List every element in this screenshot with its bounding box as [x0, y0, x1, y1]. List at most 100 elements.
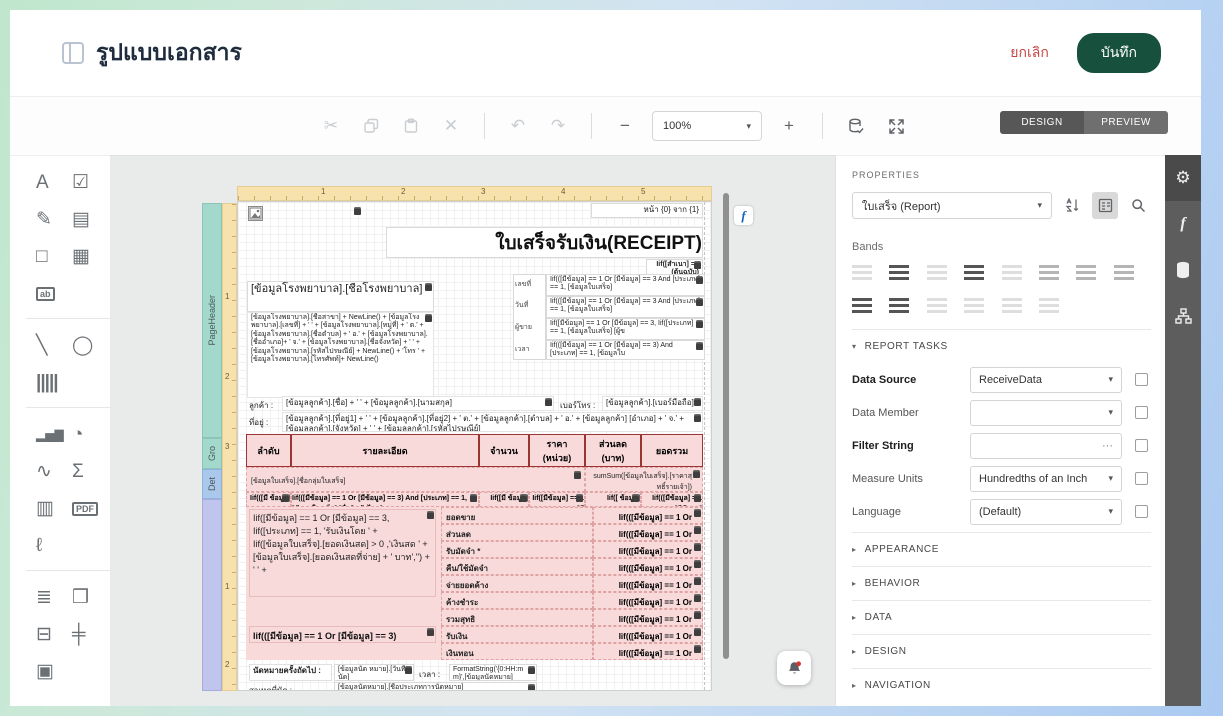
- fullscreen-icon[interactable]: [883, 113, 909, 139]
- summary-label[interactable]: รวมสุทธิ: [441, 609, 593, 626]
- save-button[interactable]: บันทึก: [1076, 33, 1161, 73]
- hospital-address-field[interactable]: [ข้อมูลโรงพยาบาล].[ชื่อสาขา] + NewLine()…: [247, 312, 434, 398]
- summary-label[interactable]: ค้างชำระ: [441, 592, 593, 609]
- page-footer-band-icon[interactable]: [926, 298, 947, 313]
- line-tool[interactable]: ╲: [36, 327, 70, 364]
- copy-icon[interactable]: [358, 113, 384, 139]
- zoom-level-select[interactable]: 100% ▾: [652, 111, 762, 141]
- summary-value-field[interactable]: Iif(([มีข้อมูล] == 1 Or: [593, 643, 703, 660]
- summary-value-field[interactable]: Iif(([มีข้อมูล] == 1 Or: [593, 626, 703, 643]
- picture-placeholder[interactable]: [248, 206, 263, 221]
- table-tool[interactable]: ▦: [72, 238, 106, 275]
- data-source-select[interactable]: ReceiveData ▾: [970, 366, 1122, 393]
- panel-tool[interactable]: □: [36, 238, 70, 275]
- bottom-margin-band-icon[interactable]: [964, 298, 985, 313]
- summary-value-field[interactable]: Iif(([มีข้อมูล] == 1 Or: [593, 541, 703, 558]
- summary-label[interactable]: คืน/ใช้มัดจำ: [441, 558, 593, 575]
- summary-label[interactable]: รับมัดจำ *: [441, 541, 593, 558]
- category-view-button[interactable]: [1092, 192, 1118, 219]
- receive-expression-field[interactable]: Iif(([มีข้อมูล] == 1 Or [มีข้อมูล] == 3): [249, 626, 436, 643]
- section-data[interactable]: ▸ DATA: [852, 600, 1151, 634]
- group-footer-band-icon[interactable]: [889, 298, 910, 313]
- language-select[interactable]: (Default) ▾: [970, 498, 1122, 525]
- table-header-cell[interactable]: ยอดรวม: [641, 434, 703, 467]
- payment-expression-field[interactable]: Iif([มีข้อมูล] == 1 Or [มีข้อมูล] == 3, …: [249, 509, 436, 597]
- shape-tool[interactable]: ◯: [72, 327, 106, 364]
- data-member-checkbox[interactable]: [1135, 406, 1148, 419]
- label-tool[interactable]: A: [36, 164, 70, 201]
- canvas-scrollbar[interactable]: [723, 193, 729, 659]
- signature-tool[interactable]: ℓ: [36, 527, 70, 564]
- info-value-field[interactable]: Iif([มีข้อมูล] == 1 Or [มีข้อมูล] == 3, …: [546, 318, 705, 340]
- checkbox-tool[interactable]: ☑: [72, 164, 106, 201]
- vertical-header-band-icon[interactable]: [1076, 265, 1097, 280]
- zoom-in-icon[interactable]: +: [776, 113, 802, 139]
- band-report-footer[interactable]: [202, 499, 222, 691]
- richtext-tool[interactable]: ✎: [36, 201, 70, 238]
- summary-label[interactable]: ส่วนลด: [441, 524, 593, 541]
- band-group-header[interactable]: Gro: [202, 438, 222, 469]
- data-source-checkbox[interactable]: [1135, 373, 1148, 386]
- appointment-reason-field[interactable]: [ข้อมูลนัดหมาย].[ชื่อประเภทการนัดหมาย]: [334, 682, 537, 690]
- table-header-cell[interactable]: ราคา (หน่วย): [529, 434, 585, 467]
- section-design[interactable]: ▸ DESIGN: [852, 634, 1151, 668]
- top-margin-band-icon[interactable]: [852, 265, 872, 280]
- summary-label[interactable]: เงินทอน: [441, 643, 593, 660]
- redo-icon[interactable]: ↷: [545, 113, 571, 139]
- language-checkbox[interactable]: [1135, 505, 1148, 518]
- subreport-tool[interactable]: ≣: [36, 579, 70, 616]
- section-behavior[interactable]: ▸ BEHAVIOR: [852, 566, 1151, 600]
- info-value-field[interactable]: Iif(([มีข้อมูล] == 1 Or [มีข้อมูล] == 3 …: [546, 274, 705, 296]
- search-button[interactable]: [1125, 192, 1151, 219]
- summary-label[interactable]: ยอดขาย: [441, 507, 593, 524]
- sparkline-tool[interactable]: ∿: [36, 453, 70, 490]
- delete-icon[interactable]: ✕: [438, 113, 464, 139]
- group-sum-field[interactable]: sumSum([ข้อมูลใบเสร็จ].[ราคาสุทธิ์รายเจ้…: [585, 467, 703, 492]
- section-navigation[interactable]: ▸ NAVIGATION: [852, 668, 1151, 702]
- pivot-grid-tool[interactable]: Σ: [72, 453, 106, 490]
- info-value-field[interactable]: Iif(([มีข้อมูล] == 1 Or [มีข้อมูล] == 3 …: [546, 296, 705, 318]
- appointment-time-field[interactable]: FormatString('{0:HH:m m}',[ข้อมูลนัดหมาย…: [449, 664, 537, 681]
- report-explorer-rail-button[interactable]: [1165, 293, 1201, 339]
- report-title-field[interactable]: ใบเสร็จรับเงิน(RECEIPT): [386, 227, 703, 258]
- appointment-date-field[interactable]: [ข้อมูลนัด หมาย].[วันที่นัด]: [334, 664, 414, 681]
- barcode-tool[interactable]: |||||: [36, 364, 70, 401]
- character-comb-tool[interactable]: ab: [36, 275, 70, 312]
- summary-value-field[interactable]: Iif(([มีข้อมูล] == 1 Or: [593, 592, 703, 609]
- notifications-button[interactable]: [777, 651, 811, 685]
- filter-string-checkbox[interactable]: [1135, 439, 1148, 452]
- zoom-out-icon[interactable]: −: [612, 113, 638, 139]
- page-header-band-icon[interactable]: [926, 265, 947, 280]
- table-header-cell[interactable]: จำนวน: [479, 434, 529, 467]
- info-value-field[interactable]: Iif(([มีข้อมูล] == 1 Or [มีข้อมูล] == 3)…: [546, 340, 705, 360]
- pdf-content-tool[interactable]: PDF: [72, 490, 106, 527]
- ellipsis-icon[interactable]: ···: [1102, 440, 1113, 452]
- paste-icon[interactable]: [398, 113, 424, 139]
- detail-cell[interactable]: Iif(([มีข้อมูล] = 1 Or [มีข้อมูล]: [641, 492, 703, 507]
- summary-value-field[interactable]: Iif(([มีข้อมูล] == 1 Or: [593, 558, 703, 575]
- detail-cell[interactable]: Iif([ ข้อมูล]: [585, 492, 641, 507]
- table-header-cell[interactable]: ลำดับ: [246, 434, 291, 467]
- sub-band-icon[interactable]: [1001, 298, 1022, 313]
- summary-label[interactable]: รับเงิน: [441, 626, 593, 643]
- expression-editor-button[interactable]: f: [734, 206, 753, 225]
- phone-field[interactable]: [ข้อมูลลูกค้า].[เบอร์มือถือ]: [602, 396, 703, 411]
- cross-band-icon[interactable]: [1038, 298, 1059, 313]
- summary-value-field[interactable]: Iif(([มีข้อมูล] == 1 Or: [593, 507, 703, 524]
- band-detail[interactable]: Det: [202, 469, 222, 499]
- detail-band-icon[interactable]: [1001, 265, 1022, 280]
- component-selector[interactable]: ใบเสร็จ (Report) ▾: [852, 192, 1052, 219]
- data-member-select[interactable]: ▾: [970, 399, 1122, 426]
- page-number-field[interactable]: หน้า {0} จาก {1}: [591, 203, 703, 218]
- validate-data-icon[interactable]: [843, 113, 869, 139]
- group-header-field[interactable]: [ข้อมูลใบเสร็จ].[ชื่อกลุ่มใบเสร็จ]: [246, 467, 585, 492]
- cancel-button[interactable]: ยกเลิก: [1010, 42, 1049, 64]
- chart-tool[interactable]: ▂▅▇: [36, 416, 70, 453]
- report-header-band-icon[interactable]: [889, 265, 910, 280]
- sort-az-button[interactable]: [1059, 192, 1085, 219]
- filter-string-input[interactable]: ···: [970, 432, 1122, 459]
- tab-preview[interactable]: PREVIEW: [1084, 111, 1168, 134]
- page-break-tool[interactable]: ⊟: [36, 616, 70, 653]
- address-field[interactable]: [ข้อมูลลูกค้า].[ที่อยู่1] + ' ' + [ข้อมู…: [282, 412, 703, 432]
- properties-rail-button[interactable]: ⚙: [1165, 155, 1201, 201]
